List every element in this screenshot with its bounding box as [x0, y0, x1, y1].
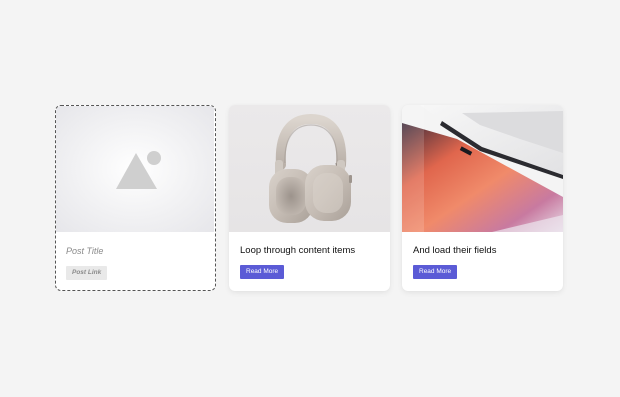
card-title: Loop through content items	[240, 245, 356, 256]
content-card[interactable]: And load their fields Read More	[402, 105, 563, 291]
placeholder-image	[56, 106, 214, 232]
headphones-image	[229, 105, 390, 232]
placeholder-image-icon	[116, 151, 161, 189]
read-more-button[interactable]: Read More	[413, 265, 458, 279]
laptop-image	[402, 105, 563, 232]
page: { "cards": [ { "title": "Post Title", "b…	[0, 0, 620, 397]
read-more-button[interactable]: Read More	[240, 265, 285, 279]
content-card[interactable]: Loop through content items Read More	[229, 105, 390, 291]
placeholder-card[interactable]: Post Title Post Link	[55, 105, 216, 291]
post-title: Post Title	[66, 246, 104, 256]
post-link-button[interactable]: Post Link	[66, 266, 108, 280]
card-title: And load their fields	[413, 245, 497, 256]
